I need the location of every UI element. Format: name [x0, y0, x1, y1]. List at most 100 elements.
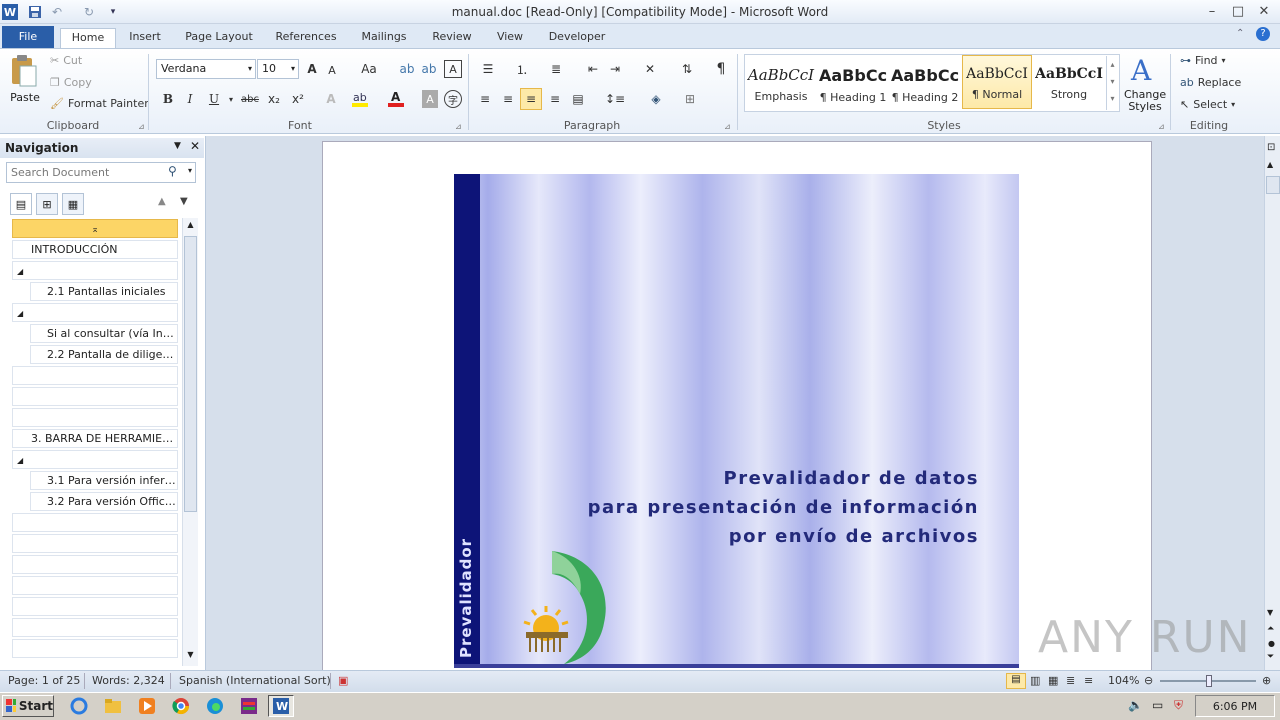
enclose-characters-icon[interactable]: 字	[444, 90, 462, 108]
ie-icon[interactable]	[66, 695, 92, 717]
search-icon[interactable]: ⚲	[168, 164, 177, 178]
nav-item[interactable]	[12, 597, 178, 616]
bullets-icon[interactable]: ☰	[476, 60, 500, 78]
scroll-up-icon[interactable]: ▲	[184, 220, 197, 234]
folder-icon[interactable]	[100, 695, 126, 717]
chrome-icon[interactable]	[168, 695, 194, 717]
phonetic-guide-icon[interactable]: ab	[420, 60, 438, 78]
language[interactable]: Spanish (International Sort)	[179, 674, 331, 687]
numbering-icon[interactable]: ⒈	[510, 60, 534, 78]
nav-item[interactable]: 3.2 Para versión Office 2007	[30, 492, 178, 511]
change-case-button[interactable]: Aa	[356, 60, 382, 78]
decrease-indent-icon[interactable]: ⇤	[584, 60, 602, 78]
nav-item[interactable]: 2.1 Pantallas iniciales	[30, 282, 178, 301]
nav-item[interactable]: INTRODUCCIÓN	[12, 240, 178, 259]
replace-button[interactable]: ab Replace	[1180, 76, 1241, 89]
start-button[interactable]: Start	[2, 695, 54, 717]
search-dropdown-icon[interactable]: ▾	[188, 166, 192, 175]
borders-icon[interactable]: ⊞	[676, 90, 704, 108]
page-count[interactable]: Page: 1 of 25	[8, 674, 80, 687]
cut-button[interactable]: ✂ Cut	[50, 54, 82, 67]
tab-file[interactable]: File	[2, 26, 54, 48]
align-center-icon[interactable]: ≡	[499, 90, 517, 108]
nav-item[interactable]: ◢	[12, 303, 178, 322]
nav-item[interactable]	[12, 576, 178, 595]
print-layout-icon[interactable]: ▤	[1006, 673, 1026, 689]
nav-item[interactable]	[12, 555, 178, 574]
tab-home[interactable]: Home	[60, 28, 116, 49]
font-size-combo[interactable]: 10 ▾	[257, 59, 299, 79]
underline-dropdown-icon[interactable]: ▾	[226, 90, 236, 108]
browse-object-icon[interactable]: ●	[1268, 639, 1275, 648]
zoom-level[interactable]: 104%	[1108, 674, 1139, 687]
nav-options-icon[interactable]: ▼	[174, 141, 181, 151]
font-color-icon[interactable]: A	[386, 88, 406, 108]
scroll-down-icon[interactable]: ▼	[1267, 608, 1273, 617]
nav-scrollbar[interactable]: ▲ ▼	[182, 218, 198, 666]
full-screen-reading-icon[interactable]: ▥	[1030, 674, 1040, 687]
text-effects-icon[interactable]: A	[322, 90, 340, 108]
draft-icon[interactable]: ≡	[1084, 674, 1093, 687]
style-normal[interactable]: AaBbCcI ¶ Normal	[962, 55, 1032, 109]
align-right-icon[interactable]: ≡	[520, 88, 542, 110]
close-button[interactable]: ✕	[1252, 2, 1276, 20]
subscript-button[interactable]: x₂	[266, 90, 282, 108]
highlight-icon[interactable]: ab	[350, 88, 370, 108]
nav-item[interactable]	[12, 387, 178, 406]
style-emphasis[interactable]: AaBbCcI Emphasis	[746, 55, 816, 109]
align-left-icon[interactable]: ≡	[476, 90, 494, 108]
clipboard-launcher-icon[interactable]: ⊿	[138, 122, 145, 131]
ruler-toggle-icon[interactable]: ⊡	[1267, 142, 1275, 153]
style-strong[interactable]: AaBbCcI Strong	[1034, 55, 1104, 109]
paragraph-launcher-icon[interactable]: ⊿	[724, 122, 731, 131]
show-formatting-icon[interactable]: ¶	[712, 60, 730, 78]
style-heading-1[interactable]: AaBbCc ¶ Heading 1	[818, 55, 888, 109]
scroll-down-icon[interactable]: ▼	[184, 650, 197, 664]
style-heading-2[interactable]: AaBbCc ¶ Heading 2	[890, 55, 960, 109]
help-icon[interactable]: ?	[1256, 27, 1270, 41]
sort-icon[interactable]: ⇅	[678, 60, 696, 78]
nav-item[interactable]: 3. BARRA DE HERRAMIENTAS	[12, 429, 178, 448]
nav-next-icon[interactable]: ▼	[180, 196, 188, 207]
web-layout-icon[interactable]: ▦	[1048, 674, 1058, 687]
winrar-icon[interactable]	[236, 695, 262, 717]
styles-launcher-icon[interactable]: ⊿	[1158, 122, 1165, 131]
asian-layout-icon[interactable]: ✕	[638, 60, 662, 78]
macro-record-icon[interactable]: ▣	[338, 674, 348, 687]
tab-developer[interactable]: Developer	[542, 28, 612, 48]
nav-item[interactable]: ◢	[12, 261, 178, 280]
nav-scroll-thumb[interactable]	[184, 236, 197, 512]
select-button[interactable]: ↖ Select ▾	[1180, 98, 1235, 111]
nav-item[interactable]: 3.1 Para versión inferior a	[30, 471, 178, 490]
tab-review[interactable]: Review	[426, 28, 478, 48]
find-button[interactable]: ⊶ Find ▾	[1180, 54, 1226, 67]
justify-icon[interactable]: ≡	[546, 90, 564, 108]
font-name-combo[interactable]: Verdana ▾	[156, 59, 256, 79]
security-icon[interactable]: ⛨	[1174, 698, 1183, 713]
next-page-icon[interactable]: ⏷	[1267, 652, 1274, 662]
word-count[interactable]: Words: 2,324	[92, 674, 165, 687]
nav-item-selected[interactable]: ⌅	[12, 219, 178, 238]
nav-item[interactable]	[12, 366, 178, 385]
underline-button[interactable]: U	[206, 90, 222, 108]
document-scrollbar[interactable]: ⊡ ▲ ▼ ⏶ ● ⏷	[1264, 136, 1280, 670]
word-taskbar-icon[interactable]: W	[268, 695, 294, 717]
tab-insert[interactable]: Insert	[122, 28, 168, 48]
zoom-out-icon[interactable]: ⊖	[1144, 674, 1153, 687]
maximize-button[interactable]: □	[1226, 2, 1250, 20]
nav-close-icon[interactable]: ✕	[190, 139, 200, 153]
nav-item[interactable]	[12, 513, 178, 532]
distributed-icon[interactable]: ▤	[569, 90, 587, 108]
tab-mailings[interactable]: Mailings	[354, 28, 414, 48]
tab-references[interactable]: References	[270, 28, 342, 48]
change-styles-button[interactable]: A Change Styles	[1124, 54, 1166, 116]
line-spacing-icon[interactable]: ↕≡	[602, 90, 628, 108]
outline-icon[interactable]: ≣	[1066, 674, 1075, 687]
italic-button[interactable]: I	[182, 90, 198, 108]
grow-font-button[interactable]: A	[304, 60, 320, 78]
character-shading-icon[interactable]: A	[422, 90, 438, 108]
edge-icon[interactable]	[202, 695, 228, 717]
nav-item[interactable]	[12, 408, 178, 427]
shading-icon[interactable]: ◈	[642, 90, 670, 108]
minimize-button[interactable]: –	[1200, 2, 1224, 20]
